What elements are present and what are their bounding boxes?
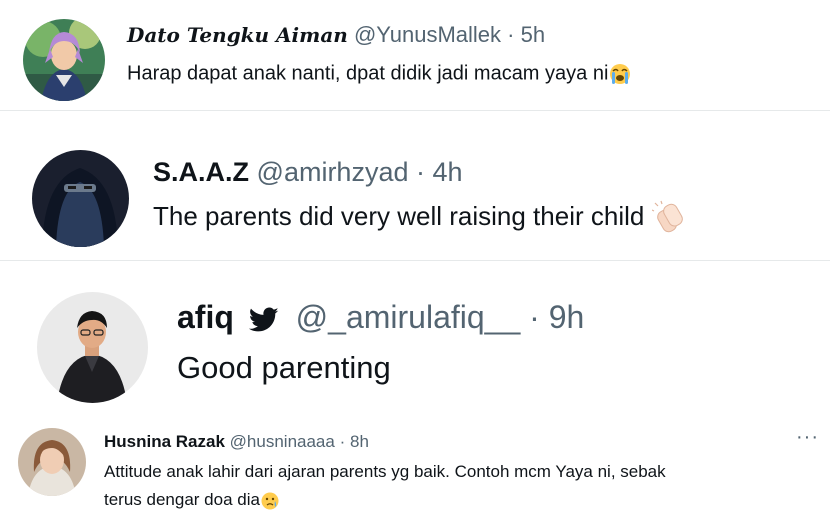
timestamp[interactable]: 9h: [549, 299, 585, 335]
display-name[interactable]: Husnina Razak: [104, 432, 225, 451]
avatar[interactable]: [37, 292, 148, 403]
tweet-divider: [0, 110, 830, 111]
tweet-header: Husnina Razak @husninaaaa · 8h: [104, 432, 369, 452]
timestamp[interactable]: 5h: [521, 22, 545, 47]
user-handle[interactable]: @husninaaaa: [230, 432, 335, 451]
separator-dot: ·: [416, 157, 426, 187]
twitter-bird-icon: [248, 307, 279, 333]
separator-dot: ·: [507, 22, 515, 47]
display-name[interactable]: afiq: [177, 299, 234, 335]
tweet-header: afiq @_amirulafiq__ · 9h: [177, 299, 584, 336]
tweet-header: Dato Tengku Aiman @YunusMallek · 5h: [127, 22, 545, 48]
timestamp[interactable]: 4h: [433, 157, 463, 187]
tweet-text: Good parenting: [177, 350, 391, 386]
avatar[interactable]: [32, 150, 129, 247]
tweet-divider: [0, 260, 830, 261]
tweet-header: S.A.A.Z @amirhzyad · 4h: [153, 157, 463, 188]
user-handle[interactable]: @YunusMallek: [354, 22, 501, 47]
separator-dot: ·: [339, 432, 346, 451]
user-handle[interactable]: @_amirulafiq__: [296, 299, 521, 335]
timestamp[interactable]: 8h: [350, 432, 369, 451]
tweet-text-content: The parents did very well raising their …: [153, 200, 645, 231]
tweet-text-line-1: Attitude anak lahir dari ajaran parents …: [104, 462, 666, 481]
loudly-crying-face-icon: [608, 62, 632, 86]
more-options-icon[interactable]: ···: [796, 426, 819, 449]
user-handle[interactable]: @amirhzyad: [257, 157, 409, 187]
avatar[interactable]: [23, 19, 105, 101]
tweet-text: The parents did very well raising their …: [153, 200, 688, 236]
tweet-text: Harap dapat anak nanti, dpat didik jadi …: [127, 62, 632, 86]
tweet-text-content: Harap dapat anak nanti, dpat didik jadi …: [127, 62, 609, 85]
display-name[interactable]: S.A.A.Z: [153, 157, 249, 187]
separator-dot: ·: [529, 299, 540, 335]
tweet-text-content: Good parenting: [177, 350, 391, 385]
crying-face-icon: [260, 491, 280, 511]
tweet-text-content: terus dengar doa dia: [104, 490, 260, 509]
display-name[interactable]: Dato Tengku Aiman: [127, 23, 348, 47]
avatar[interactable]: [18, 428, 86, 496]
tweet-text-line-2: terus dengar doa dia: [104, 490, 280, 511]
clapping-hands-icon: [651, 200, 688, 236]
